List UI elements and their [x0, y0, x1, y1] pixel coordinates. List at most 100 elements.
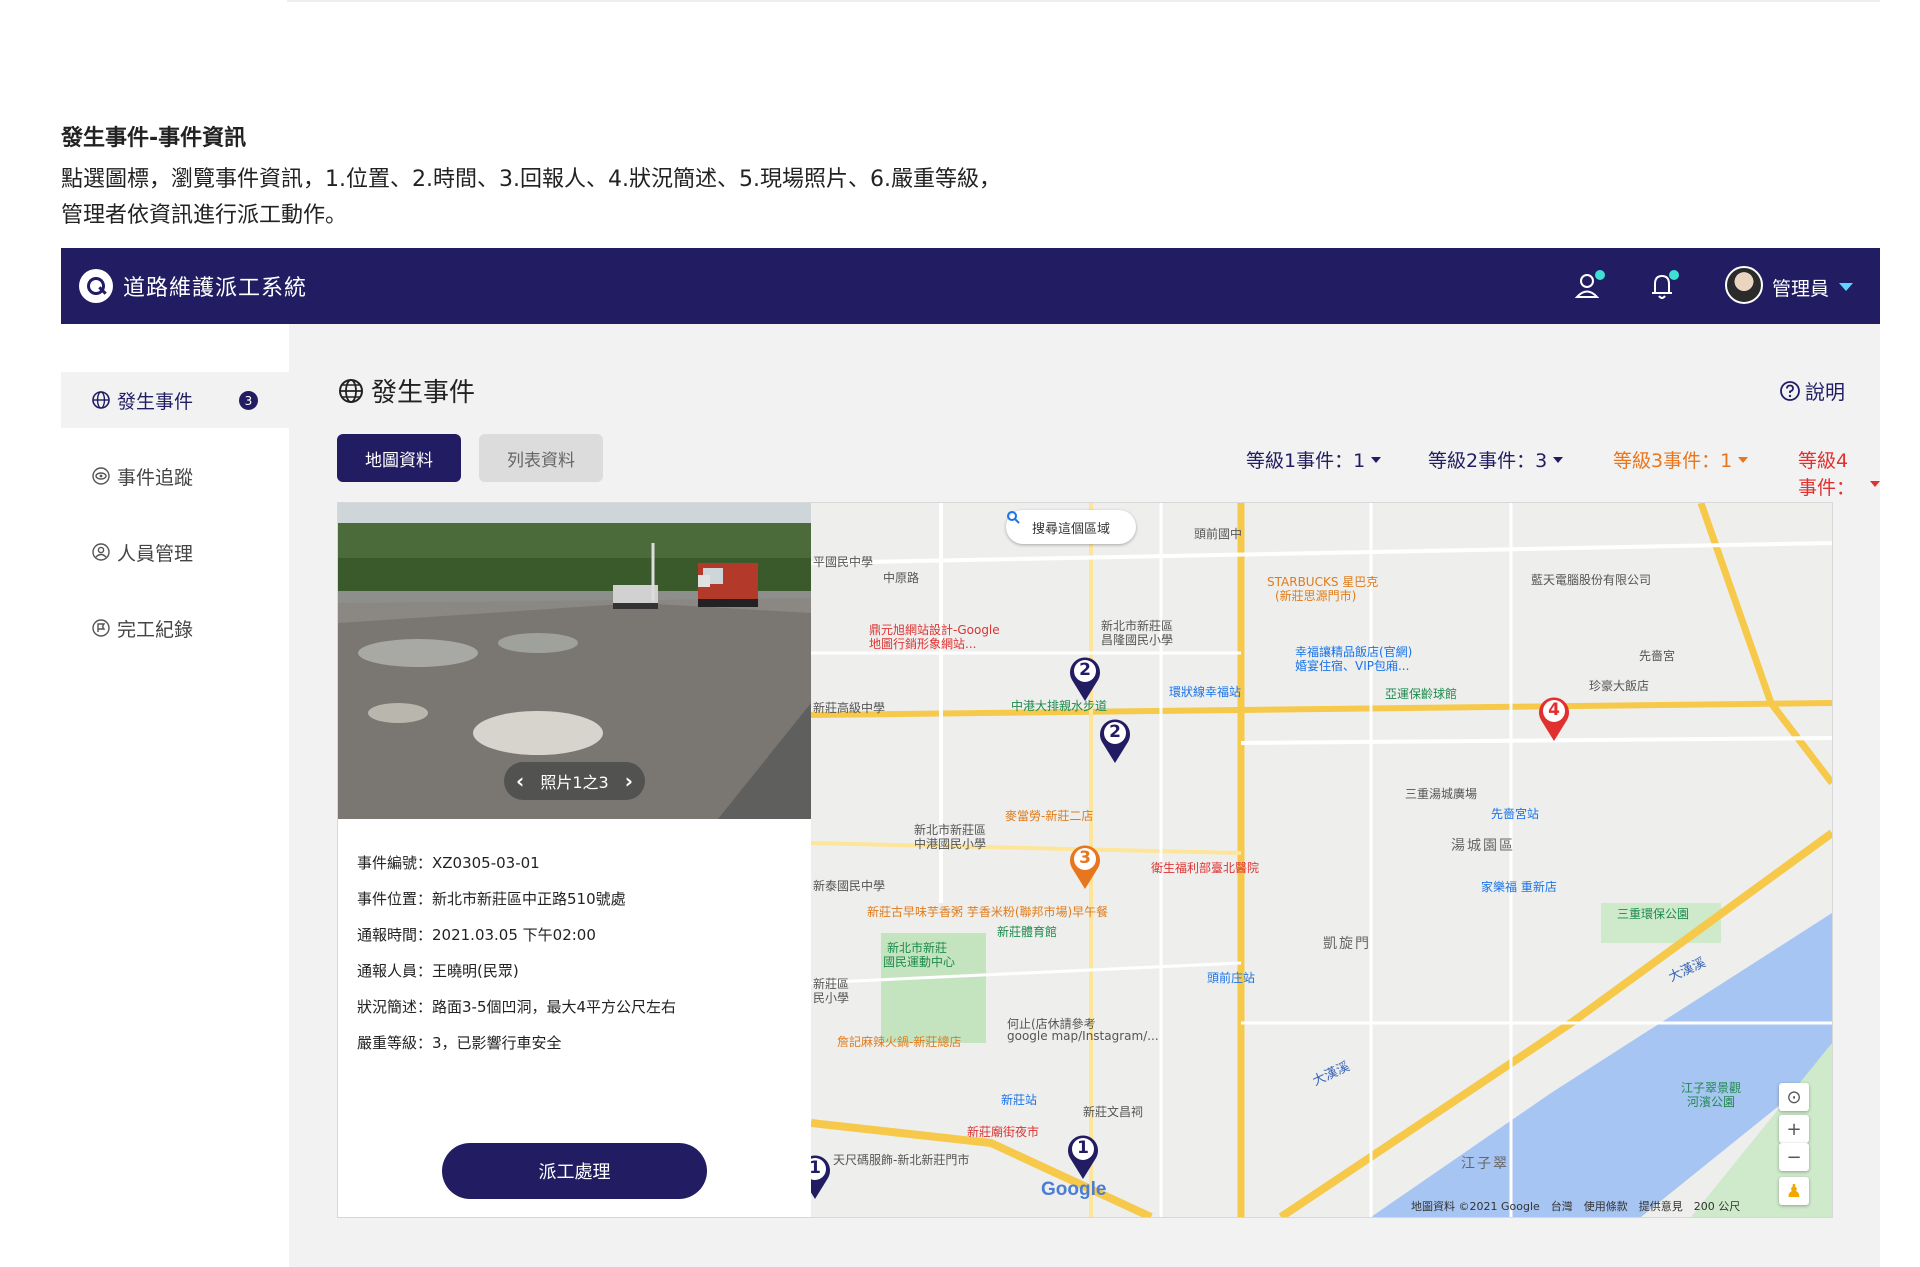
map-label: 新莊古早味芋香粥 芋香米粉(聯邦市場)早午餐 — [867, 905, 1109, 919]
pin-label: 2 — [1079, 660, 1091, 680]
chevron-down-icon — [1870, 481, 1880, 487]
dispatch-button[interactable]: 派工處理 — [442, 1143, 707, 1199]
map-label: 先嗇宮站 — [1491, 807, 1540, 821]
event-map-panel: ‹ 照片1之3 › 事件編號：XZ0305-03-01 事件位置：新北市新莊區中… — [337, 502, 1833, 1218]
chevron-down-icon — [1371, 456, 1382, 463]
chevron-right-icon[interactable]: › — [625, 769, 633, 793]
map-label: 三重環保公園 — [1617, 907, 1690, 921]
pin-label: 2 — [1109, 722, 1121, 742]
event-pin-level-3[interactable]: 3 — [1067, 841, 1103, 891]
photo-pager-label: 照片1之3 — [540, 773, 609, 792]
event-id: 事件編號：XZ0305-03-01 — [357, 854, 540, 872]
event-severity: 嚴重等級：3，已影響行車安全 — [357, 1034, 562, 1052]
sidebar-item-completed[interactable]: 完工紀錄 — [61, 600, 289, 656]
map-label: 家樂福 重新店 — [1481, 880, 1557, 894]
event-reporter: 通報人員：王曉明(民眾) — [357, 962, 519, 980]
avatar[interactable] — [1725, 266, 1763, 304]
pegman-icon[interactable]: ♟ — [1779, 1177, 1809, 1205]
eye-icon — [92, 467, 110, 485]
map-label: 地圖行銷形象網站... — [869, 637, 977, 651]
top-divider — [287, 0, 1880, 2]
chevron-left-icon[interactable]: ‹ — [516, 769, 524, 793]
map-label: 詹記麻辣火鍋-新莊總店 — [837, 1035, 962, 1049]
question-icon — [1780, 380, 1800, 401]
map-search-area-button[interactable]: 搜尋這個區域 — [1006, 510, 1136, 544]
google-logo: Google — [1041, 1179, 1107, 1200]
event-pin-level-2[interactable]: 2 — [1097, 715, 1133, 765]
sidebar-item-personnel[interactable]: 人員管理 — [61, 524, 289, 580]
zoom-out-button[interactable]: − — [1779, 1143, 1809, 1171]
map-label: 三重湯城廣場 — [1405, 787, 1478, 801]
bell-icon[interactable] — [1647, 270, 1679, 302]
event-count-badge: 3 — [239, 391, 258, 410]
map-label: 新莊站 — [1001, 1093, 1038, 1107]
help-label: 說明 — [1805, 380, 1845, 404]
event-pin-level-1[interactable]: 1 — [1065, 1131, 1101, 1181]
chevron-down-icon[interactable] — [1839, 283, 1853, 291]
top-navbar: 道路維護派工系統 管理員 — [61, 248, 1880, 324]
event-description: 狀況簡述：路面3-5個凹洞，最大4平方公尺左右 — [357, 998, 677, 1016]
locate-me-button[interactable]: ⊙ — [1779, 1083, 1809, 1111]
map-label: 中原路 — [883, 571, 920, 585]
map-label: 珍豪大飯店 — [1589, 679, 1650, 693]
globe-icon — [92, 391, 110, 409]
map-label: 環狀線幸福站 — [1169, 685, 1242, 699]
bell-notify-dot — [1669, 270, 1679, 280]
search-icon — [1007, 511, 1020, 524]
event-photo: ‹ 照片1之3 › — [338, 503, 811, 819]
map-search-label: 搜尋這個區域 — [1031, 521, 1110, 537]
user-name[interactable]: 管理員 — [1772, 274, 1829, 301]
filter-level-3[interactable]: 等級3事件：1 — [1613, 446, 1749, 473]
tab-list[interactable]: 列表資料 — [479, 434, 603, 482]
help-link[interactable]: 說明 — [1779, 376, 1845, 405]
map-label: 衛生福利部臺北醫院 — [1151, 861, 1260, 875]
map-label: 河濱公園 — [1687, 1095, 1736, 1109]
page-title: 發生事件 — [337, 372, 475, 409]
map-label: 昌隆國民小學 — [1101, 633, 1174, 647]
tab-map[interactable]: 地圖資料 — [337, 434, 461, 482]
map-label: 頭前國中 — [1194, 527, 1243, 541]
flag-circle-icon — [92, 619, 110, 637]
map-label: 天尺碼服飾-新北新莊門市 — [833, 1153, 970, 1167]
event-pin-level-1[interactable]: 1 — [811, 1151, 833, 1201]
user-icon[interactable] — [1573, 270, 1605, 302]
photo-pager: ‹ 照片1之3 › — [504, 762, 645, 800]
globe-icon — [339, 378, 363, 403]
event-pin-level-2[interactable]: 2 — [1067, 653, 1103, 703]
page-title-text: 發生事件 — [371, 378, 476, 408]
map-label: 先嗇宮 — [1639, 649, 1676, 663]
zoom-in-button[interactable]: + — [1779, 1115, 1809, 1143]
intro-line-1: 點選圖標，瀏覽事件資訊，1.位置、2.時間、3.回報人、4.狀況簡述、5.現場照… — [61, 167, 1001, 192]
filter-label: 等級1事件：1 — [1246, 450, 1366, 472]
map-attribution: 地圖資料 ©2021 Google 台灣 使用條款 提供意見 200 公尺 — [1411, 1200, 1741, 1213]
user-notify-dot — [1595, 270, 1605, 280]
sidebar-item-tracking[interactable]: 事件追蹤 — [61, 448, 289, 504]
sidebar: 發生事件 3 事件追蹤 人員管理 完工紀錄 — [61, 324, 289, 1267]
intro-line-2: 管理者依資訊進行派工動作。 — [61, 203, 348, 228]
map-view[interactable]: 搜尋這個區域 平國民中學 中原路 鼎元旭網站設計-Google 地圖行銷形象網站… — [811, 503, 1832, 1217]
logo-icon — [79, 269, 113, 303]
event-location: 事件位置：新北市新莊區中正路510號處 — [357, 890, 626, 908]
intro-text: 發生事件-事件資訊 點選圖標，瀏覽事件資訊，1.位置、2.時間、3.回報人、4.… — [61, 120, 1001, 234]
map-label: 江子翠 — [1461, 1156, 1509, 1172]
pin-label: 1 — [811, 1158, 821, 1178]
map-label: 麥當勞-新莊二店 — [1005, 809, 1094, 823]
map-label: 湯城園區 — [1451, 838, 1515, 854]
filter-level-2[interactable]: 等級2事件：3 — [1428, 446, 1564, 473]
pin-label: 1 — [1077, 1138, 1089, 1158]
sidebar-item-label: 事件追蹤 — [117, 466, 194, 489]
map-label: 新泰國民中學 — [813, 879, 886, 893]
sidebar-item-events[interactable]: 發生事件 3 — [61, 372, 289, 428]
map-label: 凱旋門 — [1323, 936, 1371, 952]
filter-label: 等級2事件：3 — [1428, 450, 1548, 472]
map-label: 新莊體育館 — [997, 925, 1058, 939]
event-pin-level-4[interactable]: 4 — [1536, 693, 1572, 743]
map-label: 新莊高級中學 — [813, 701, 886, 715]
map-label: 新莊文昌祠 — [1083, 1105, 1144, 1119]
event-info: 事件編號：XZ0305-03-01 事件位置：新北市新莊區中正路510號處 通報… — [357, 853, 676, 1069]
filter-level-1[interactable]: 等級1事件：1 — [1246, 446, 1382, 473]
map-label: 中港國民小學 — [914, 837, 987, 851]
chevron-down-icon — [1738, 456, 1749, 463]
pin-label: 4 — [1548, 700, 1560, 720]
intro-title: 發生事件-事件資訊 — [61, 126, 247, 151]
